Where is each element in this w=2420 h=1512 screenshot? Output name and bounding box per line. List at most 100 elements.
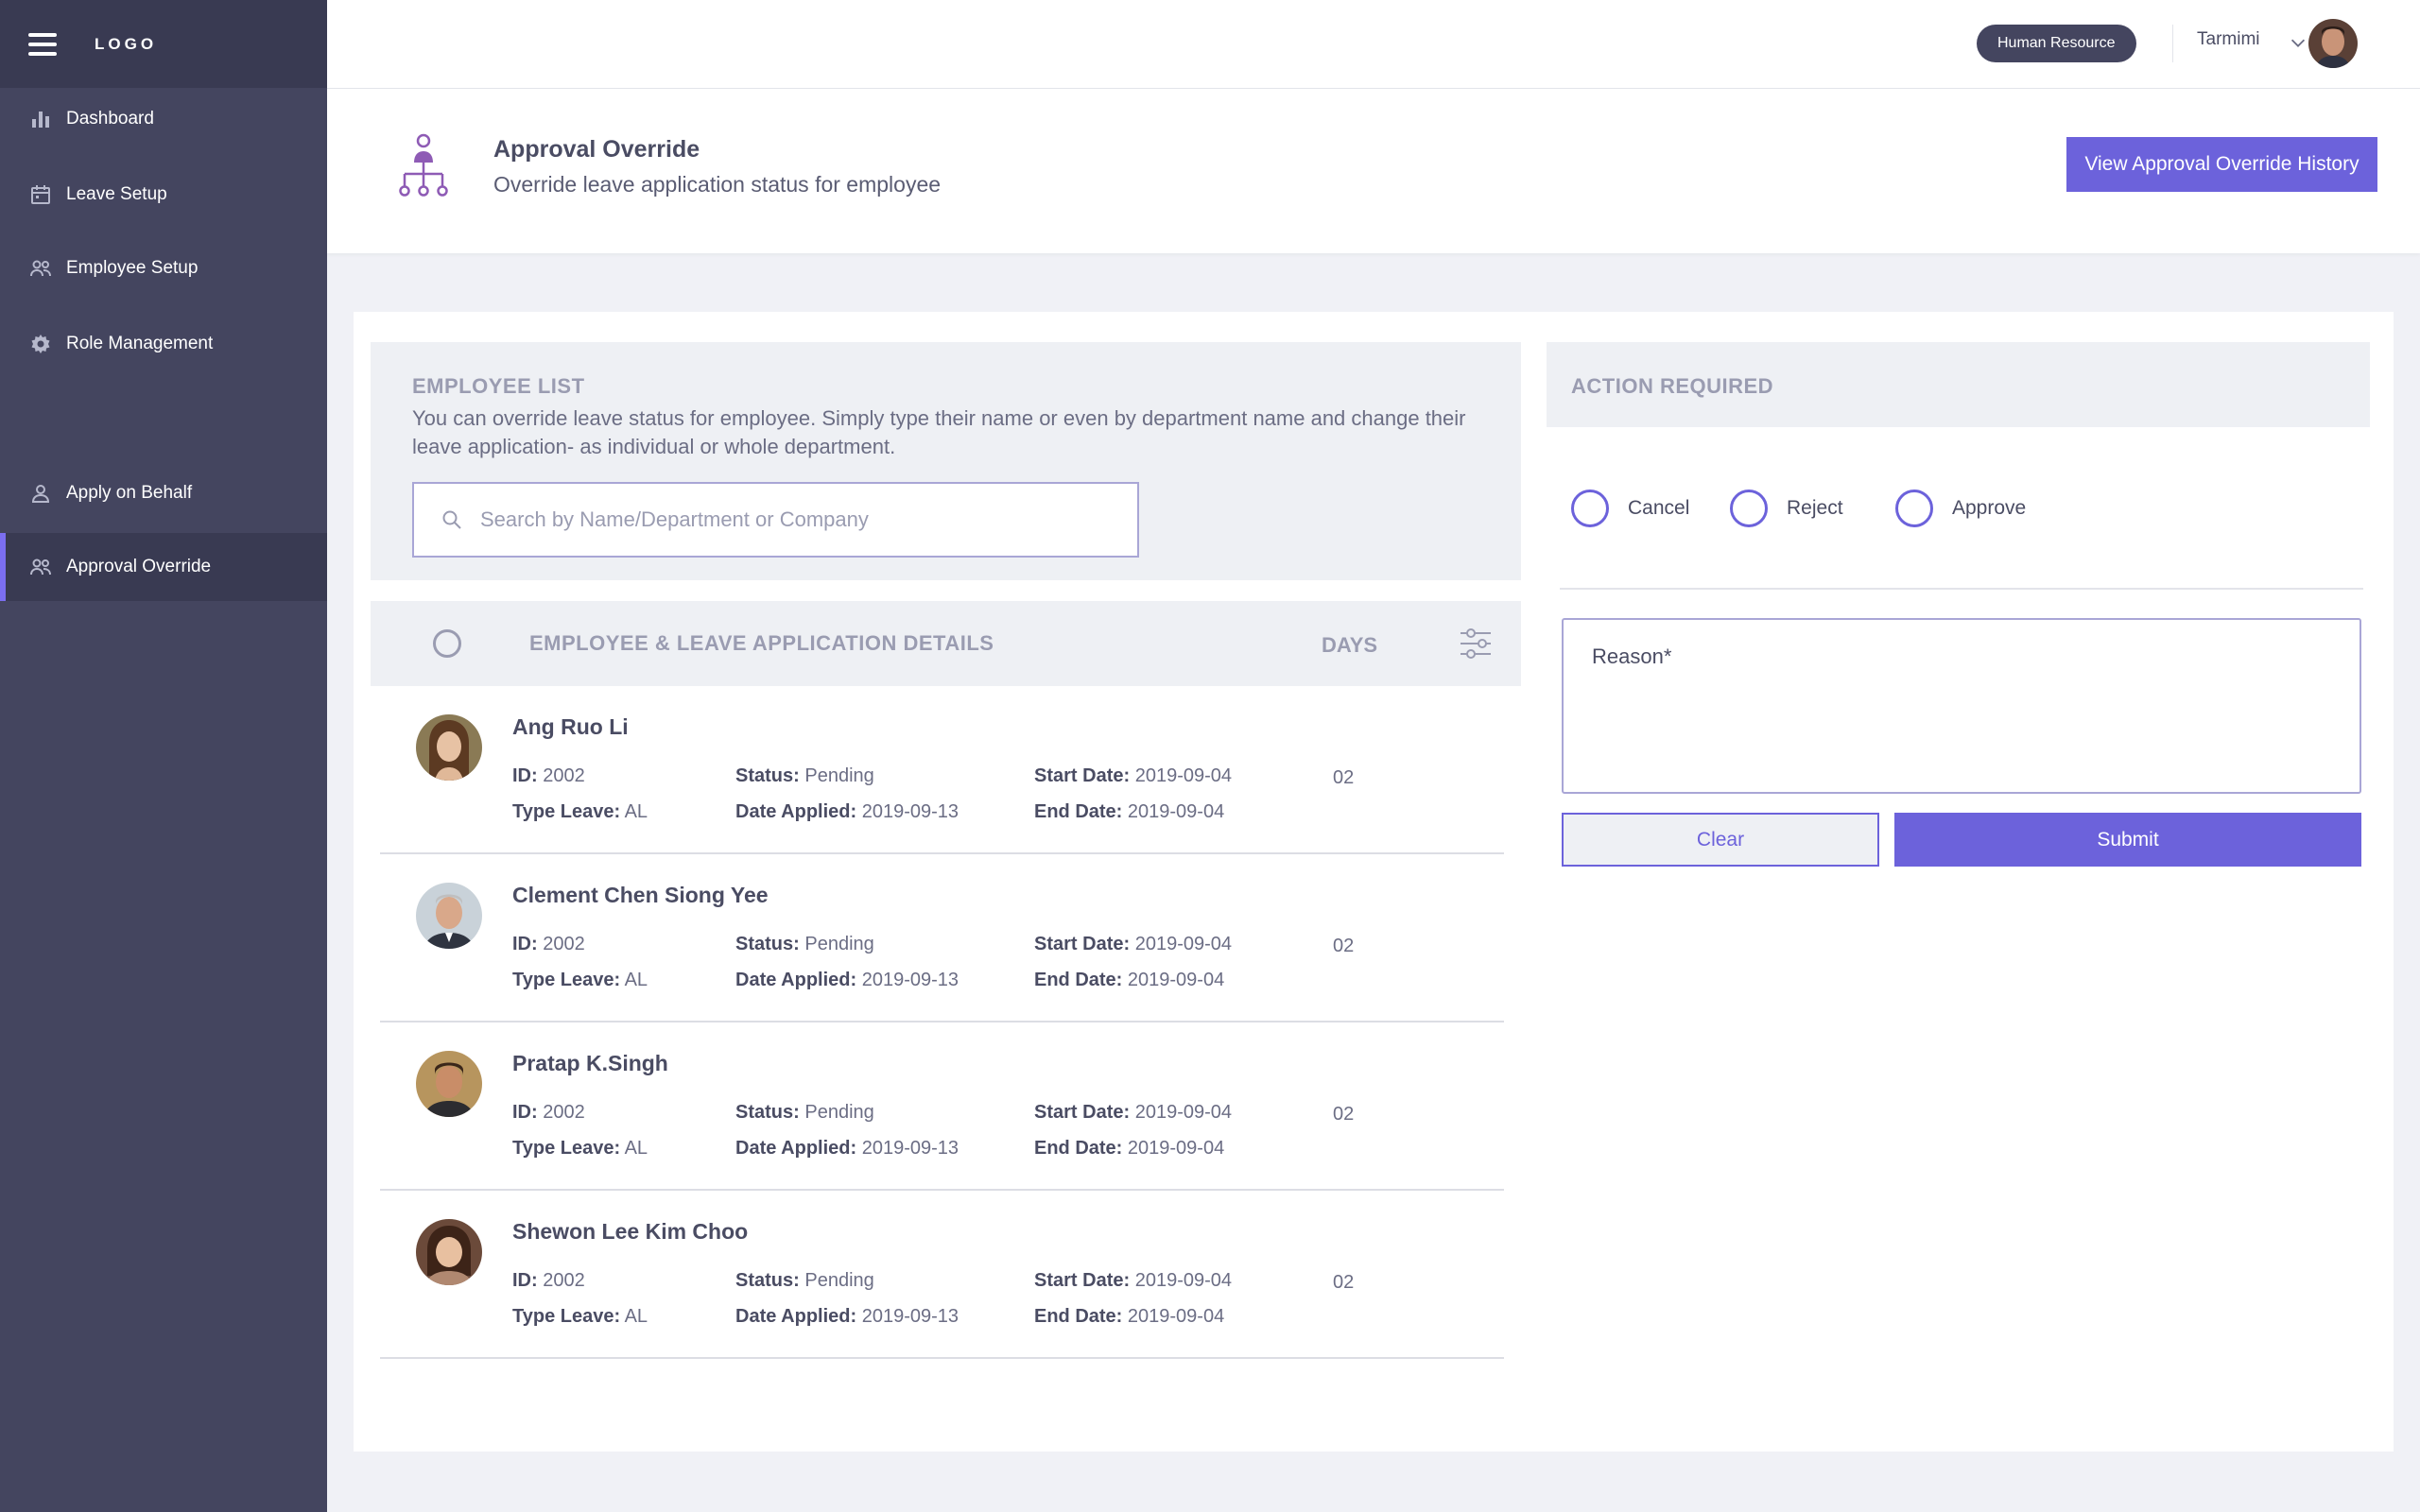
sidebar-item-employee-setup[interactable]: Employee Setup [0, 234, 327, 302]
sidebar-item-role-management[interactable]: Role Management [0, 310, 327, 378]
radio-label: Approve [1952, 497, 2027, 519]
sidebar-item-apply-on-behalf[interactable]: Apply on Behalf [0, 459, 327, 527]
table-row[interactable]: Pratap K.Singh ID: 2002 Status: Pending … [380, 1022, 1504, 1191]
date-applied: Date Applied: 2019-09-13 [735, 1306, 959, 1328]
employee-name: Clement Chen Siong Yee [512, 883, 769, 907]
sidebar-item-leave-setup[interactable]: Leave Setup [0, 161, 327, 229]
field-value: 2019-09-04 [1134, 1270, 1233, 1291]
start-date: Start Date: 2019-09-04 [1034, 934, 1232, 955]
avatar [416, 1051, 482, 1117]
field-label: Type Leave: [512, 970, 621, 990]
employee-list-panel: EMPLOYEE LIST You can override leave sta… [371, 342, 1521, 580]
sidebar-item-label: Employee Setup [66, 258, 199, 278]
employee-list-description: You can override leave status for employ… [412, 406, 1466, 458]
submit-button[interactable]: Submit [1894, 813, 2361, 867]
sidebar-item-approval-override[interactable]: Approval Override [0, 533, 327, 601]
field-label: Status: [735, 1102, 800, 1123]
field-label: Type Leave: [512, 801, 621, 822]
approve-radio[interactable]: Approve [1895, 490, 2026, 527]
logo: LOGO [95, 34, 158, 53]
field-label: Date Applied: [735, 801, 857, 822]
org-chart-icon [399, 133, 448, 197]
search-input[interactable] [480, 507, 1104, 532]
field-label: Start Date: [1034, 765, 1131, 786]
field-value: AL [624, 1306, 648, 1327]
user-icon [28, 481, 53, 506]
chevron-down-icon[interactable] [2288, 32, 2308, 53]
divider [1560, 588, 2363, 590]
leave-type: Type Leave: AL [512, 1138, 648, 1160]
view-history-button[interactable]: View Approval Override History [2066, 137, 2377, 192]
leave-type: Type Leave: AL [512, 801, 648, 823]
field-label: Status: [735, 765, 800, 786]
field-value: AL [624, 801, 648, 822]
field-value: 2019-09-13 [861, 801, 959, 822]
sidebar: LOGO Dashboard Leave Setup Employee Setu… [0, 0, 327, 1512]
field-value: 2019-09-04 [1127, 970, 1225, 990]
start-date: Start Date: 2019-09-04 [1034, 765, 1232, 787]
leave-status: Status: Pending [735, 1270, 874, 1292]
start-date: Start Date: 2019-09-04 [1034, 1270, 1232, 1292]
field-value: Pending [804, 1102, 874, 1123]
radio-circle[interactable] [1730, 490, 1768, 527]
sidebar-header: LOGO [0, 0, 327, 88]
employee-list-heading: EMPLOYEE LIST [412, 374, 585, 398]
employee-id: ID: 2002 [512, 1102, 585, 1124]
reason-input[interactable] [1562, 618, 2361, 794]
role-badge[interactable]: Human Resource [1977, 25, 2136, 62]
field-value: Pending [804, 1270, 874, 1291]
end-date: End Date: 2019-09-04 [1034, 1138, 1224, 1160]
field-label: Status: [735, 1270, 800, 1291]
page-header: Approval Override Override leave applica… [327, 89, 2420, 253]
users-icon [28, 555, 53, 579]
field-label: Type Leave: [512, 1306, 621, 1327]
table-header: EMPLOYEE & LEAVE APPLICATION DETAILS DAY… [371, 601, 1521, 686]
field-label: ID: [512, 1102, 538, 1123]
bar-chart-icon [28, 107, 53, 131]
radio-circle[interactable] [1571, 490, 1609, 527]
avatar [416, 714, 482, 781]
clear-button[interactable]: Clear [1562, 813, 1879, 867]
date-applied: Date Applied: 2019-09-13 [735, 801, 959, 823]
sidebar-item-label: Role Management [66, 334, 214, 353]
users-icon [28, 256, 53, 281]
field-label: End Date: [1034, 970, 1123, 990]
radio-label: Cancel [1628, 497, 1690, 519]
employee-name: Pratap K.Singh [512, 1051, 668, 1075]
field-value: 2019-09-04 [1127, 801, 1225, 822]
select-all-radio[interactable] [433, 629, 461, 658]
field-label: Date Applied: [735, 1138, 857, 1159]
sidebar-item-dashboard[interactable]: Dashboard [0, 85, 327, 153]
field-label: End Date: [1034, 1138, 1123, 1159]
field-value: Pending [804, 934, 874, 954]
field-value: AL [624, 970, 648, 990]
hamburger-icon[interactable] [28, 32, 57, 56]
radio-circle[interactable] [1895, 490, 1933, 527]
field-value: Pending [804, 765, 874, 786]
start-date: Start Date: 2019-09-04 [1034, 1102, 1232, 1124]
action-required-heading: ACTION REQUIRED [1571, 374, 1774, 398]
avatar[interactable] [2308, 19, 2358, 68]
sidebar-item-label: Dashboard [66, 109, 154, 129]
user-name[interactable]: Tarmimi [2197, 29, 2260, 50]
employee-id: ID: 2002 [512, 765, 585, 787]
field-value: 2019-09-04 [1134, 934, 1233, 954]
gear-icon [28, 332, 53, 356]
date-applied: Date Applied: 2019-09-13 [735, 1138, 959, 1160]
table-row[interactable]: Ang Ruo Li ID: 2002 Status: Pending Star… [380, 686, 1504, 854]
table-row[interactable]: Clement Chen Siong Yee ID: 2002 Status: … [380, 854, 1504, 1022]
field-value: 2002 [543, 765, 585, 786]
reject-radio[interactable]: Reject [1730, 490, 1843, 527]
topbar: Human Resource Tarmimi [327, 0, 2420, 89]
employee-id: ID: 2002 [512, 934, 585, 955]
filter-sliders-icon[interactable] [1458, 626, 1494, 662]
cancel-radio[interactable]: Cancel [1571, 490, 1689, 527]
field-value: 2019-09-04 [1127, 1138, 1225, 1159]
search-box[interactable] [412, 482, 1139, 558]
table-row[interactable]: Shewon Lee Kim Choo ID: 2002 Status: Pen… [380, 1191, 1504, 1359]
field-value: 2019-09-04 [1134, 1102, 1233, 1123]
details-column-header: EMPLOYEE & LEAVE APPLICATION DETAILS [529, 631, 994, 655]
field-value: 2019-09-04 [1127, 1306, 1225, 1327]
field-label: ID: [512, 934, 538, 954]
field-label: Date Applied: [735, 970, 857, 990]
